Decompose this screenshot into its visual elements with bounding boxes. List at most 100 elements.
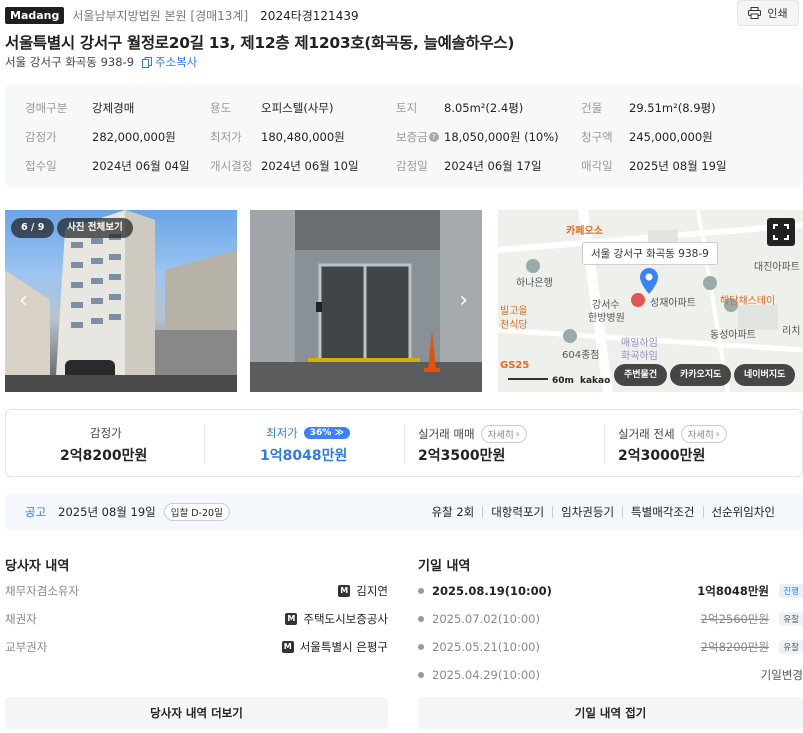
minimum-label-row: 최저가 36% ≫ bbox=[266, 425, 350, 441]
info-label: 감정일 bbox=[396, 159, 428, 173]
entrance-illustration bbox=[250, 210, 482, 392]
court-name: 서울남부지방법원 본원 [경매13계] bbox=[72, 8, 249, 23]
info-value: 2024년 06월 04일 bbox=[92, 159, 190, 173]
map-label-apt-2: 대진아파트 bbox=[754, 262, 800, 273]
party-role: 채권자 bbox=[5, 612, 37, 626]
building-photo[interactable]: 6 / 9 사진 전체보기 ‹ bbox=[5, 210, 237, 392]
schedule-status: 유찰 bbox=[779, 640, 803, 654]
info-cell: 청구액 245,000,000원 bbox=[581, 129, 713, 145]
parties-more-button[interactable]: 당사자 내역 더보기 bbox=[5, 697, 388, 729]
map-fullscreen-button[interactable] bbox=[767, 218, 795, 246]
map-label-apt-1: 성재아파트 bbox=[650, 298, 696, 309]
map-label-restaurant-2: 천식당 bbox=[500, 320, 528, 331]
party-name: 주택도시보증공사 bbox=[303, 612, 388, 626]
print-button[interactable]: 인쇄 bbox=[737, 0, 799, 26]
schedule-date: 2025.07.02(10:00) bbox=[432, 612, 540, 626]
trade-detail-button[interactable]: 자세히 › bbox=[480, 425, 527, 443]
jeonse-label-row: 실거래 전세 자세히 › bbox=[618, 425, 727, 443]
info-cell: 토지 8.05m²(2.4평) bbox=[396, 100, 523, 116]
tag: 유찰 2회 bbox=[431, 505, 475, 519]
minimum-price-col: 최저가 36% ≫ 1억8048만원 bbox=[206, 410, 406, 476]
schedule-title: 기일 내역 bbox=[418, 559, 471, 574]
info-value: 18,050,000원 (10%) bbox=[444, 130, 559, 144]
copy-address-label: 주소복사 bbox=[155, 55, 198, 69]
photo-counter: 6 / 9 bbox=[11, 218, 55, 238]
map-label-hospital-2: 한방병원 bbox=[588, 313, 625, 324]
schedule-row: 2025.07.02(10:00) 2억2560만원 유찰 bbox=[418, 610, 803, 628]
minimum-pct-badge: 36% ≫ bbox=[303, 427, 350, 439]
info-value: 2024년 06월 10일 bbox=[261, 159, 359, 173]
copy-icon bbox=[142, 56, 153, 68]
schedule-amount: 1억8048만원 bbox=[697, 584, 769, 598]
info-cell: 최저가 180,480,000원 bbox=[210, 129, 345, 145]
info-label: 경매구분 bbox=[25, 101, 68, 115]
schedule-date: 2025.04.29(10:00) bbox=[432, 668, 540, 682]
party-role: 채무자겸소유자 bbox=[5, 584, 80, 598]
info-label: 접수일 bbox=[25, 159, 57, 173]
map-label-gs25: GS25 bbox=[500, 360, 530, 371]
m-badge-icon: M bbox=[281, 641, 294, 653]
info-label: 청구액 bbox=[581, 130, 613, 144]
entrance-photo[interactable]: › bbox=[250, 210, 482, 392]
double-chevron-down-icon: ≫ bbox=[334, 428, 344, 438]
party-role: 교부권자 bbox=[5, 640, 48, 654]
info-cell: 용도 오피스텔(사무) bbox=[210, 100, 333, 116]
info-label: 용도 bbox=[210, 101, 232, 115]
sub-address-row: 서울 강서구 화곡동 938-9 주소복사 bbox=[5, 54, 197, 70]
divider bbox=[604, 424, 605, 464]
next-photo-arrow-icon[interactable]: › bbox=[459, 288, 468, 313]
help-icon[interactable]: ? bbox=[428, 132, 439, 142]
trade-value: 2억3500만원 bbox=[418, 448, 506, 464]
schedule-row: 2025.08.19(10:00) 1억8048만원 진행 bbox=[418, 582, 803, 600]
info-label: 보증금? bbox=[396, 129, 444, 145]
jeonse-detail-button[interactable]: 자세히 › bbox=[680, 425, 727, 443]
trade-label: 실거래 매매 bbox=[418, 427, 475, 441]
m-badge-icon: M bbox=[338, 585, 351, 597]
info-cell: 건물 29.51m²(8.9평) bbox=[581, 100, 716, 116]
info-label: 매각일 bbox=[581, 159, 613, 173]
schedule-amount: 2억8200만원 bbox=[700, 640, 769, 654]
appraisal-label: 감정가 bbox=[90, 426, 122, 440]
case-number: 2024타경121439 bbox=[260, 8, 359, 23]
top-bar: Madang 서울남부지방법원 본원 [경매13계] 2024타경121439 … bbox=[5, 0, 799, 26]
jeonse-label: 실거래 전세 bbox=[618, 427, 675, 441]
view-all-photos-button[interactable]: 사진 전체보기 bbox=[57, 218, 133, 238]
notice-label: 공고 bbox=[25, 505, 47, 519]
copy-address-button[interactable]: 주소복사 bbox=[142, 54, 197, 70]
kakao-map-button[interactable]: 카카오지도 bbox=[670, 364, 732, 386]
map-label-cafe: 카페오소 bbox=[566, 226, 603, 237]
party-name: 김지연 bbox=[356, 584, 388, 598]
naver-map-button[interactable]: 네이버지도 bbox=[734, 364, 796, 386]
schedule-row: 2025.04.29(10:00) 기일변경 bbox=[418, 666, 803, 684]
info-value: 강제경매 bbox=[92, 101, 135, 115]
schedule-fold-button[interactable]: 기일 내역 접기 bbox=[418, 697, 803, 729]
print-label: 인쇄 bbox=[767, 7, 788, 20]
map-label-haim-2: 화곡하임 bbox=[621, 351, 658, 362]
schedule-row: 2025.05.21(10:00) 2억8200만원 유찰 bbox=[418, 638, 803, 656]
bullet-icon bbox=[418, 588, 424, 594]
map-label-rich: 리치 bbox=[782, 326, 801, 337]
bullet-icon bbox=[418, 672, 424, 678]
chevron-right-icon: › bbox=[715, 428, 720, 440]
info-label: 토지 bbox=[396, 101, 418, 115]
trade-label-row: 실거래 매매 자세히 › bbox=[418, 425, 527, 443]
location-map[interactable]: 카페오소 하나은행 빌고을 천식당 강서수 한방병원 성재아파트 해담채스테이 … bbox=[498, 210, 803, 392]
nearby-items-button[interactable]: 주변물건 bbox=[614, 364, 668, 386]
info-label: 건물 bbox=[581, 101, 603, 115]
auction-info-grid: 경매구분 강제경매 용도 오피스텔(사무) 토지 8.05m²(2.4평) 건물 29.… bbox=[5, 84, 803, 187]
prev-photo-arrow-icon[interactable]: ‹ bbox=[19, 288, 28, 313]
fullscreen-icon bbox=[773, 224, 789, 240]
lot-address: 서울 강서구 화곡동 938-9 bbox=[5, 55, 135, 69]
dday-badge: 입찰 D-20일 bbox=[163, 503, 230, 521]
tag: 선순위임차인 bbox=[702, 506, 783, 518]
map-scale: 60m bbox=[552, 376, 574, 386]
schedule-amount: 2억2560만원 bbox=[700, 612, 769, 626]
notice-bar: 공고 2025년 08월 19일 입찰 D-20일 유찰 2회 대항력포기 임차… bbox=[5, 494, 803, 530]
map-label-stay: 해담채스테이 bbox=[720, 296, 776, 307]
bullet-icon bbox=[418, 616, 424, 622]
map-label-bus-stop: 604종점 bbox=[562, 350, 600, 361]
party-name: 서울특별시 은평구 bbox=[299, 640, 388, 654]
info-label: 최저가 bbox=[210, 130, 242, 144]
trade-price-col: 실거래 매매 자세히 › 2억3500만원 bbox=[406, 410, 606, 476]
minimum-label: 최저가 bbox=[266, 426, 298, 440]
